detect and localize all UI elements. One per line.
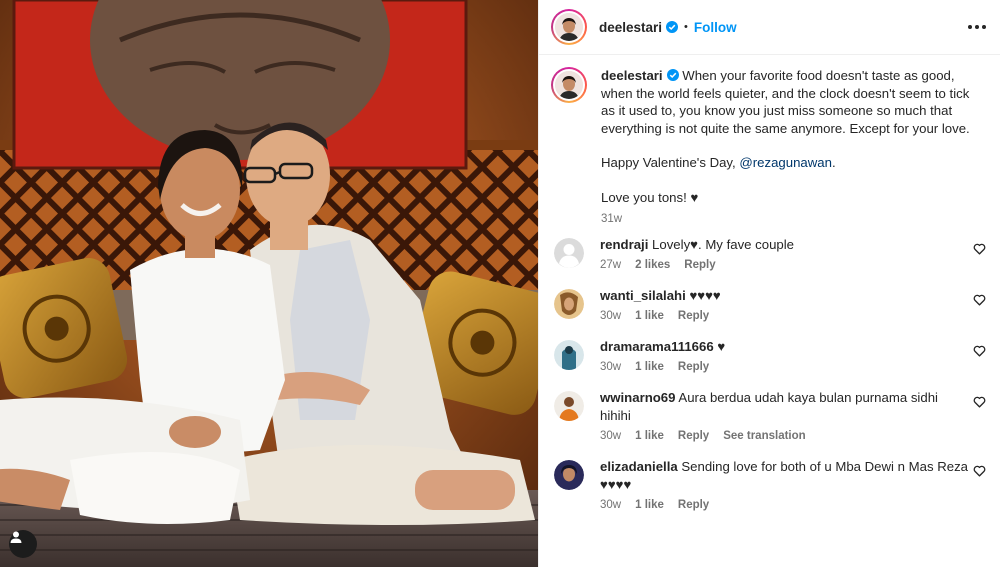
post-viewer: deelestari • Follow deelestari When your… [0, 0, 1000, 567]
more-icon-dot [968, 25, 972, 29]
comment-username[interactable]: dramarama111666 [600, 339, 714, 354]
couple-photo-illustration [0, 0, 538, 567]
comment-likes[interactable]: 1 like [635, 499, 664, 511]
reply-button[interactable]: Reply [678, 361, 709, 373]
caption-valentine-text: Happy Valentine's Day, [601, 155, 740, 171]
post-caption: deelestari When your favorite food doesn… [551, 67, 986, 225]
reply-button[interactable]: Reply [684, 259, 715, 271]
comment-time[interactable]: 30w [600, 310, 621, 322]
profile-photo-icon [555, 13, 583, 41]
commenter-avatar[interactable] [554, 390, 584, 421]
comment-username[interactable]: elizadaniella [600, 459, 678, 474]
comment-item: rendraji Lovely♥. My fave couple 27w 2 l… [551, 236, 986, 271]
commenter-avatar[interactable] [554, 288, 584, 319]
comment-text: Lovely♥. My fave couple [652, 236, 795, 252]
like-heart-icon[interactable] [973, 396, 986, 408]
like-heart-icon[interactable] [973, 294, 986, 306]
like-heart-icon[interactable] [973, 465, 986, 477]
verified-badge-icon [666, 69, 679, 81]
comment-item: dramarama111666 ♥ 30w 1 like Reply [551, 338, 986, 373]
more-options-button[interactable] [962, 19, 986, 35]
caption-text: deelestari When your favorite food doesn… [601, 67, 973, 137]
comment-likes[interactable]: 1 like [635, 361, 664, 373]
comment-username[interactable]: rendraji [600, 237, 648, 252]
comment-likes[interactable]: 2 likes [635, 259, 670, 271]
reply-button[interactable]: Reply [678, 430, 709, 442]
comment-likes[interactable]: 1 like [635, 430, 664, 442]
more-icon-dot [975, 25, 979, 29]
caption-username[interactable]: deelestari [601, 68, 663, 83]
caption-author-avatar[interactable] [551, 67, 587, 103]
caption-timestamp[interactable]: 31w [601, 213, 973, 225]
like-heart-icon[interactable] [973, 345, 986, 357]
comment-time[interactable]: 30w [600, 499, 621, 511]
tagged-users-button[interactable] [9, 530, 37, 558]
photo-avatar-icon [554, 459, 584, 490]
comment-item: wanti_silalahi ♥♥♥♥ 30w 1 like Reply [551, 287, 986, 322]
photo-avatar-icon [554, 339, 584, 370]
author-avatar[interactable] [551, 9, 587, 45]
comment-username[interactable]: wwinarno69 [600, 390, 675, 405]
caption-closing: Love you tons! ♥ [601, 189, 699, 205]
comment-time[interactable]: 27w [600, 259, 621, 271]
post-header: deelestari • Follow [539, 0, 1000, 55]
comment-time[interactable]: 30w [600, 361, 621, 373]
comment-time[interactable]: 30w [600, 430, 621, 442]
more-icon-dot [982, 25, 986, 29]
follow-button[interactable]: Follow [694, 20, 737, 35]
caption-valentine-line: Happy Valentine's Day, @rezagunawan. [601, 154, 973, 172]
caption-valentine-suffix: . [831, 155, 836, 171]
separator-dot: • [684, 21, 688, 33]
comment-item: wwinarno69 Aura berdua udah kaya bulan p… [551, 389, 986, 442]
photo-avatar-icon [554, 288, 584, 319]
author-username[interactable]: deelestari [599, 20, 662, 35]
comment-text: ♥♥♥♥ [689, 287, 721, 303]
commenter-avatar[interactable] [554, 339, 584, 370]
default-avatar-icon [554, 237, 584, 268]
photo-avatar-icon [554, 390, 584, 421]
see-translation-button[interactable]: See translation [723, 430, 805, 442]
commenter-avatar[interactable] [554, 459, 584, 490]
person-icon [10, 531, 22, 543]
profile-photo-icon [555, 71, 583, 99]
comment-text: ♥ [717, 338, 726, 354]
comments-list: deelestari When your favorite food doesn… [539, 55, 1000, 511]
comment-likes[interactable]: 1 like [635, 310, 664, 322]
verified-badge-icon [666, 21, 679, 33]
comment-username[interactable]: wanti_silalahi [600, 288, 686, 303]
like-heart-icon[interactable] [973, 243, 986, 255]
post-sidebar: deelestari • Follow deelestari When your… [538, 0, 1000, 567]
comment-item: elizadaniella Sending love for both of u… [551, 458, 986, 511]
reply-button[interactable]: Reply [678, 499, 709, 511]
mention-link[interactable]: @rezagunawan [739, 155, 832, 170]
commenter-avatar[interactable] [554, 237, 584, 268]
post-photo[interactable] [0, 0, 538, 567]
reply-button[interactable]: Reply [678, 310, 709, 322]
